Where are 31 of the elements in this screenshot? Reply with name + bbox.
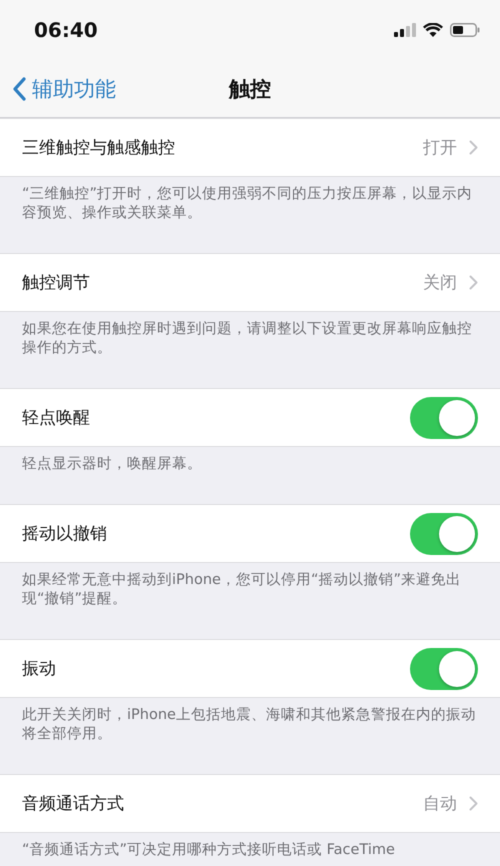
footer-note: “音频通话方式”可决定用哪种方式接听电话或 FaceTime bbox=[22, 841, 396, 860]
toggle-switch[interactable] bbox=[410, 396, 478, 438]
chevron-icon bbox=[469, 140, 478, 155]
toggle-switch[interactable] bbox=[410, 512, 478, 554]
settings-row[interactable]: 三维触控与触感触控 打开 bbox=[0, 118, 500, 177]
row-label: 触控调节 bbox=[22, 272, 91, 294]
footer-note: “三维触控”打开时，您可以使用强弱不同的压力按压屏幕，以显示内容预览、操作或关联菜单。 bbox=[22, 185, 474, 223]
battery-icon bbox=[450, 23, 480, 37]
page-title: 触控 bbox=[229, 76, 271, 102]
footer-note: 轻点显示器时，唤醒屏幕。 bbox=[22, 455, 203, 474]
wifi-icon bbox=[423, 23, 443, 37]
settings-row[interactable]: 音频通话方式 自动 bbox=[0, 774, 500, 833]
status-time: 06:40 bbox=[34, 18, 98, 42]
row-label: 振动 bbox=[22, 658, 57, 680]
row-value: 打开 bbox=[423, 137, 457, 159]
row-value: 关闭 bbox=[423, 272, 457, 294]
footer-note: 如果您在使用触控屏时遇到问题，请调整以下设置更改屏幕响应触控操作的方式。 bbox=[22, 320, 473, 358]
row-label: 三维触控与触感触控 bbox=[22, 137, 176, 159]
row-label: 轻点唤醒 bbox=[22, 407, 91, 429]
chevron-icon bbox=[469, 275, 478, 290]
row-value: 自动 bbox=[423, 793, 457, 815]
row-label: 摇动以撤销 bbox=[22, 523, 108, 545]
row-label: 音频通话方式 bbox=[22, 793, 125, 815]
back-button[interactable]: 辅助功能 bbox=[0, 74, 116, 102]
footer-note: 此开关关闭时，iPhone上包括地震、海啸和其他紧急警报在内的振动将全部停用。 bbox=[22, 706, 477, 744]
chevron-icon bbox=[469, 796, 478, 811]
signal-icon bbox=[394, 23, 416, 37]
back-chevron-icon bbox=[12, 76, 26, 100]
settings-row[interactable]: 触控调节 关闭 bbox=[0, 253, 500, 312]
toggle-switch[interactable] bbox=[410, 648, 478, 690]
footer-note: 如果经常无意中摇动到iPhone，您可以停用“摇动以撤销”来避免出现“撤销”提醒。 bbox=[22, 571, 462, 609]
